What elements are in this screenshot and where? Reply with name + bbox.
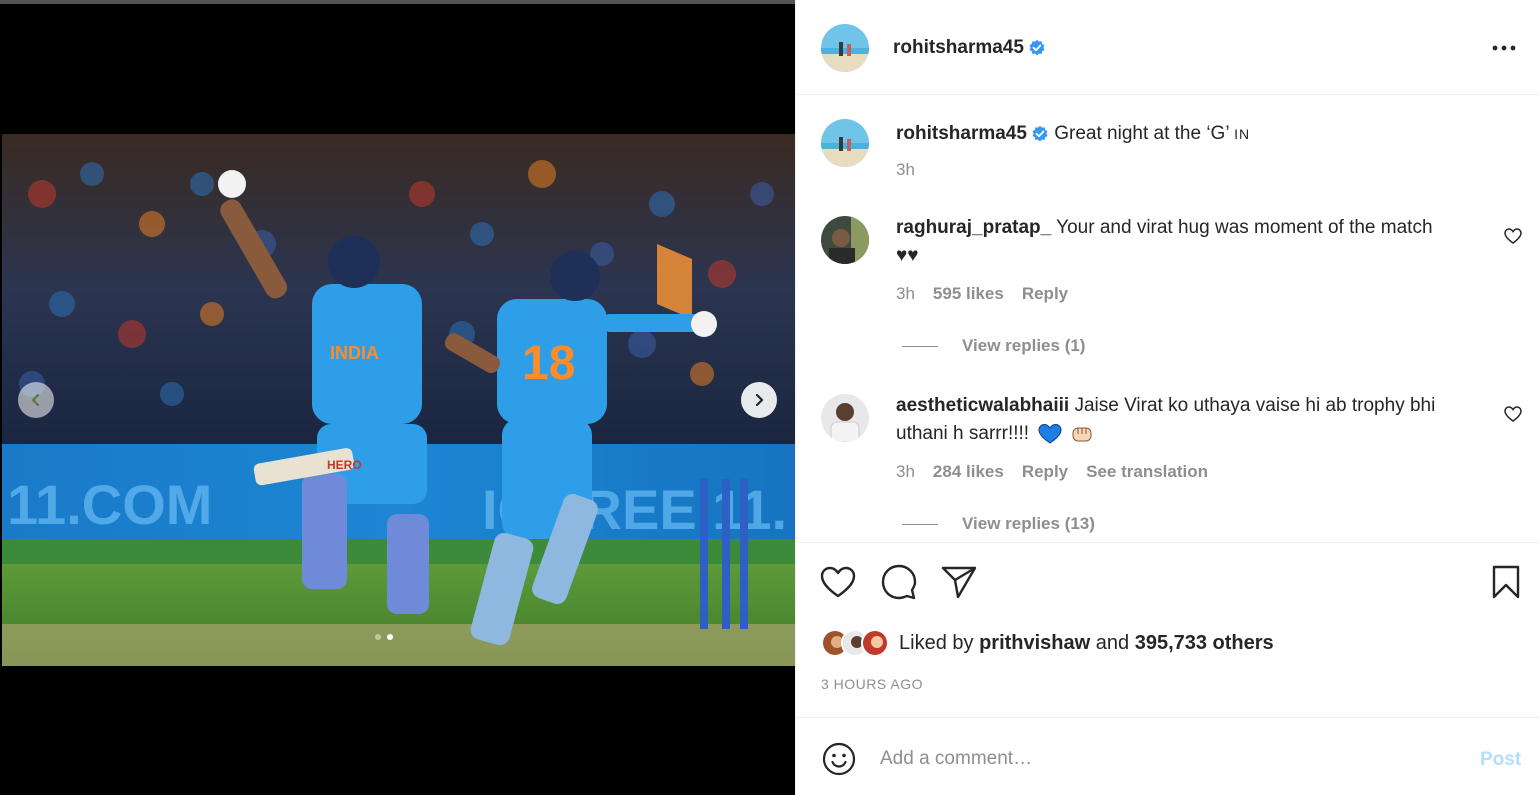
comment-username[interactable]: raghuraj_pratap_ — [896, 217, 1051, 238]
likes-summary: Liked by prithvishaw and 395,733 others — [821, 629, 1274, 657]
like-comment-heart-icon[interactable] — [1504, 406, 1522, 422]
chevron-right-icon — [755, 393, 764, 407]
comment-time: 3h — [896, 284, 915, 303]
emoji-button[interactable] — [821, 741, 857, 777]
liker-avatar[interactable] — [861, 629, 889, 657]
comment-icon — [881, 564, 917, 600]
fist-bump-icon — [1072, 427, 1092, 442]
post-timestamp[interactable]: 3 HOURS AGO — [821, 676, 923, 692]
svg-text:INDIA: INDIA — [330, 343, 379, 363]
comment-body-hearts: ♥♥ — [896, 245, 919, 266]
comment-username[interactable]: aestheticwalabhaiii — [896, 395, 1069, 416]
likes-prefix: Liked by — [899, 631, 974, 654]
svg-text:HERO: HERO — [327, 458, 362, 472]
like-button[interactable] — [819, 563, 857, 601]
author-username-text[interactable]: rohitsharma45 — [893, 37, 1024, 58]
author-username[interactable]: rohitsharma45 — [893, 37, 1046, 59]
bookmark-icon — [1492, 565, 1520, 599]
comment-meta: 3h 595 likes Reply — [896, 284, 1068, 304]
person-avatar-image — [821, 394, 869, 442]
caption-username[interactable]: rohitsharma45 — [896, 123, 1027, 144]
chevron-left-icon — [31, 393, 40, 407]
author-avatar[interactable] — [821, 24, 869, 72]
caption-time: 3h — [896, 160, 915, 179]
share-icon — [941, 566, 977, 599]
smiley-icon — [822, 742, 856, 776]
caption-body: Great night at the ‘G’ — [1054, 123, 1229, 144]
carousel-dot-active — [387, 634, 393, 640]
comment-text: raghuraj_pratap_ Your and virat hug was … — [896, 214, 1486, 270]
more-horizontal-icon — [1492, 45, 1516, 51]
cricket-celebration-image: 11.COM ICOREE 11. HERO INDIA 18 — [2, 134, 795, 666]
carousel-dot — [375, 634, 381, 640]
likes-others-count[interactable]: 395,733 others — [1135, 632, 1274, 655]
commenter-avatar[interactable] — [821, 394, 869, 442]
comment-time: 3h — [896, 462, 915, 481]
svg-text:18: 18 — [522, 337, 575, 390]
beach-avatar-image — [821, 24, 869, 72]
post-comment-button[interactable]: Post — [1480, 749, 1521, 771]
view-replies-label[interactable]: View replies (13) — [962, 514, 1095, 534]
view-replies-label[interactable]: View replies (1) — [962, 336, 1085, 356]
heart-icon — [820, 566, 856, 598]
caption-text: rohitsharma45 Great night at the ‘G’ IN — [896, 120, 1486, 148]
comment-body: Jaise Virat ko uthaya vaise hi ab trophy… — [1074, 395, 1436, 416]
post-actions: Liked by prithvishaw and 395,733 others … — [796, 542, 1539, 717]
verified-badge-icon — [1029, 39, 1045, 56]
comment-meta: 3h 284 likes Reply See translation — [896, 462, 1208, 482]
reply-button[interactable]: Reply — [1022, 284, 1068, 304]
liker-avatars — [821, 629, 889, 657]
carousel-prev-button[interactable] — [18, 382, 54, 418]
media-top-strip — [0, 0, 795, 4]
post-side-panel: rohitsharma45 rohitsharma45 Great night … — [795, 0, 1539, 795]
replies-divider-line — [902, 523, 938, 525]
caption-meta: 3h — [896, 160, 915, 180]
verified-badge-icon — [1032, 125, 1048, 142]
like-comment-heart-icon[interactable] — [1504, 228, 1522, 244]
post-photo[interactable]: 11.COM ICOREE 11. HERO INDIA 18 — [2, 134, 795, 666]
comment-input[interactable] — [880, 742, 1460, 776]
replies-divider-line — [902, 345, 938, 347]
post-media-panel: 11.COM ICOREE 11. HERO INDIA 18 — [0, 0, 795, 795]
comments-list[interactable]: rohitsharma45 Great night at the ‘G’ IN … — [796, 96, 1539, 542]
caption-author-avatar[interactable] — [821, 119, 869, 167]
comment-text: aestheticwalabhaiii Jaise Virat ko uthay… — [896, 392, 1486, 448]
commenter-avatar[interactable] — [821, 216, 869, 264]
share-button[interactable] — [940, 563, 978, 601]
blue-heart-icon — [1038, 423, 1062, 444]
save-button[interactable] — [1487, 563, 1525, 601]
india-flag-icon: IN — [1234, 126, 1251, 142]
comment-body-line2: uthani h sarrr!!!! — [896, 423, 1030, 444]
comment-likes-count[interactable]: 284 likes — [933, 462, 1004, 482]
more-options-button[interactable] — [1489, 36, 1519, 60]
liker-username[interactable]: prithvishaw — [979, 632, 1090, 655]
comment-body: Your and virat hug was moment of the mat… — [1056, 217, 1433, 238]
carousel-dots — [375, 634, 393, 640]
view-replies-button[interactable]: View replies (13) — [902, 514, 1095, 534]
post-header: rohitsharma45 — [796, 0, 1539, 95]
svg-text:11.COM: 11.COM — [7, 473, 212, 536]
person-avatar-image — [821, 216, 869, 264]
carousel-next-button[interactable] — [741, 382, 777, 418]
reply-button[interactable]: Reply — [1022, 462, 1068, 482]
add-comment-bar: Post — [796, 717, 1539, 795]
see-translation-button[interactable]: See translation — [1086, 462, 1208, 482]
person-avatar-image — [863, 631, 887, 655]
comment-likes-count[interactable]: 595 likes — [933, 284, 1004, 304]
comment-button[interactable] — [880, 563, 918, 601]
likes-joiner: and — [1095, 631, 1130, 654]
beach-avatar-image — [821, 119, 869, 167]
view-replies-button[interactable]: View replies (1) — [902, 336, 1085, 356]
